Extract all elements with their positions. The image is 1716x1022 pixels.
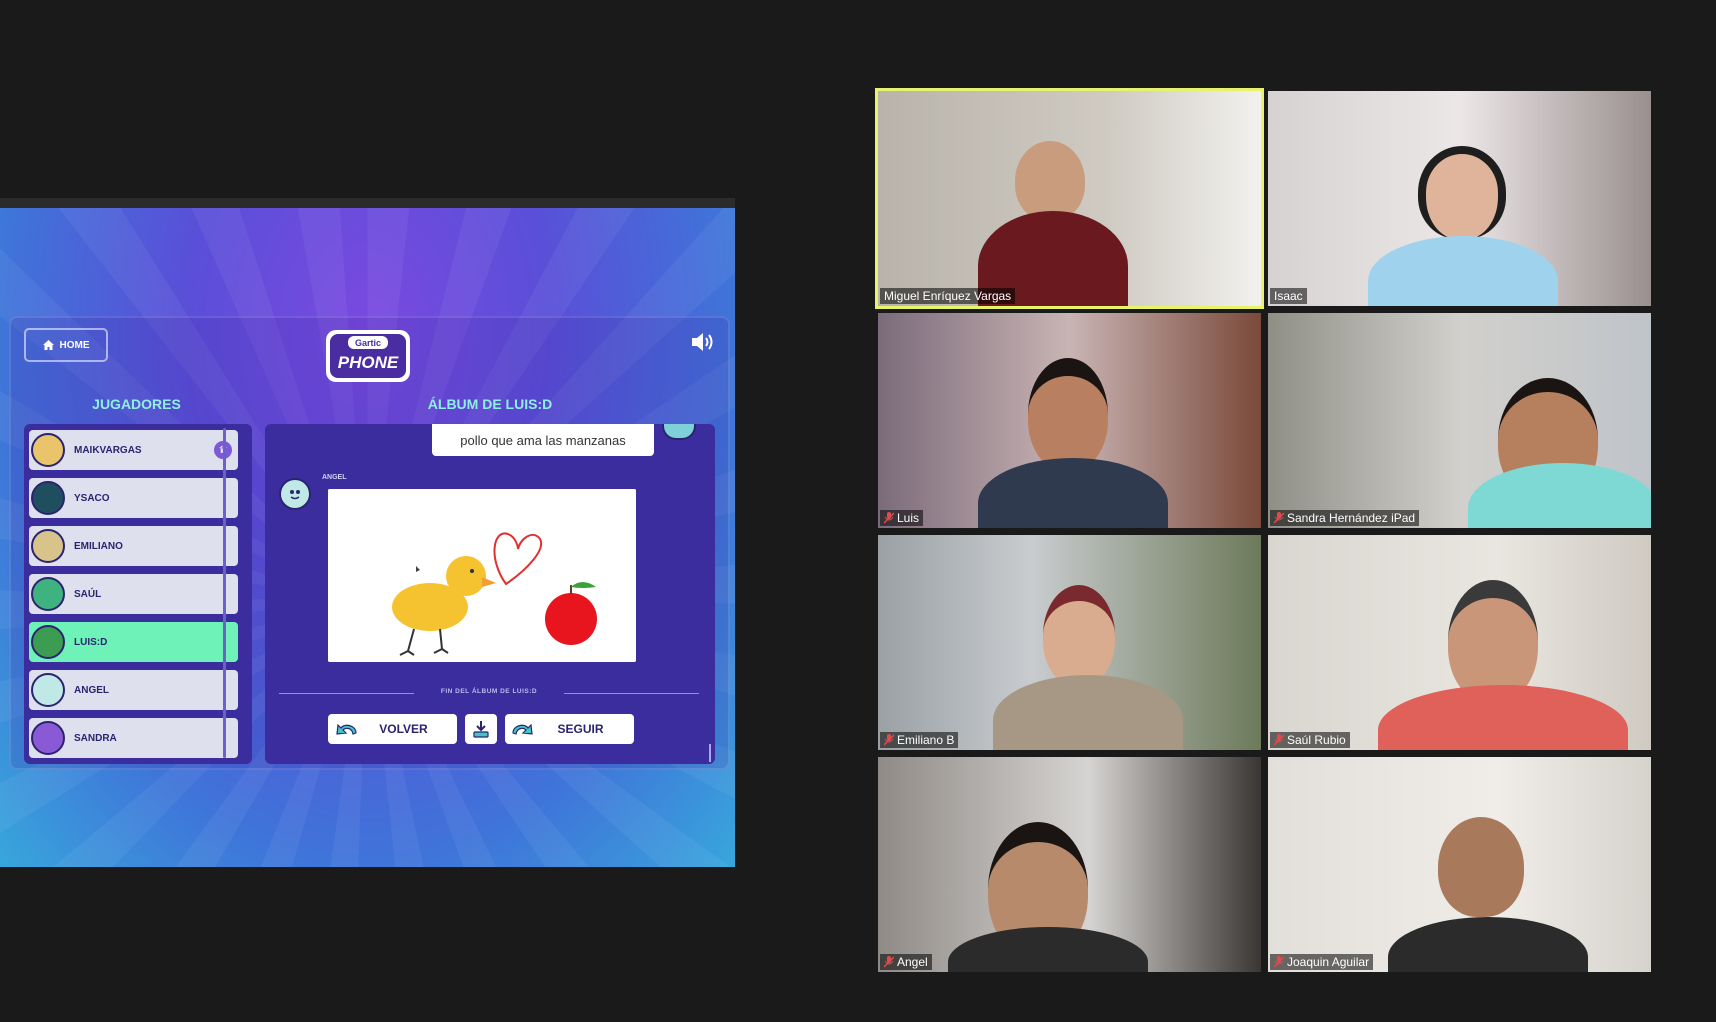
players-heading: JUGADORES — [92, 396, 181, 412]
player-avatar — [31, 529, 65, 563]
participant-name: Joaquin Aguilar — [1287, 955, 1370, 969]
participant-video-body — [1388, 917, 1588, 972]
participant-tile[interactable]: Luis — [878, 313, 1261, 528]
mic-off-icon — [884, 956, 894, 968]
home-icon — [42, 340, 54, 350]
participant-name-tag: Angel — [880, 954, 932, 970]
participant-video-body — [978, 458, 1168, 528]
participant-name-tag: Saúl Rubio — [1270, 732, 1350, 748]
participant-video-body — [1368, 236, 1558, 306]
svg-text:PHONE: PHONE — [338, 353, 399, 372]
participant-name: Miguel Enríquez Vargas — [884, 289, 1012, 303]
player-item[interactable]: ANGEL — [29, 670, 238, 710]
participant-name-tag: Isaac — [1270, 288, 1307, 304]
player-item-active[interactable]: LUIS:D — [29, 622, 238, 662]
ghost-icon — [290, 490, 300, 500]
home-button[interactable]: HOME — [24, 328, 108, 362]
participant-name: Angel — [897, 955, 928, 969]
participant-name-tag: Luis — [880, 510, 924, 526]
mic-off-icon — [884, 512, 894, 524]
participant-video — [1418, 146, 1506, 239]
participant-name-tag: Miguel Enríquez Vargas — [880, 288, 1016, 304]
players-list: MAIKVARGAS ♛ YSACO EMILIANO SAÚL LUIS:D … — [24, 424, 252, 764]
album-end-text: FIN DEL ÁLBUM DE LUIS:D — [440, 688, 538, 695]
mic-off-icon — [1274, 734, 1284, 746]
participant-video — [1015, 141, 1085, 221]
participant-tile[interactable]: Saúl Rubio — [1268, 535, 1651, 750]
download-icon — [473, 721, 489, 738]
album-heading: ÁLBUM DE LUIS:D — [427, 396, 553, 412]
player-item[interactable]: YSACO — [29, 478, 238, 518]
participant-video — [1043, 585, 1115, 686]
previous-phrase-bubble: pollo que ama las manzanas — [432, 424, 654, 456]
player-avatar — [31, 577, 65, 611]
gartic-phone-logo: Gartic PHONE — [326, 330, 410, 382]
participant-tile[interactable]: Emiliano B — [878, 535, 1261, 750]
player-avatar — [31, 673, 65, 707]
player-avatar — [31, 481, 65, 515]
participant-video-body — [993, 675, 1183, 750]
mic-off-icon — [884, 734, 894, 746]
player-avatar — [31, 433, 65, 467]
participant-tile[interactable]: Isaac — [1268, 91, 1651, 306]
download-button[interactable] — [465, 714, 497, 744]
players-scrollbar[interactable] — [223, 428, 226, 758]
player-name: SANDRA — [74, 732, 117, 744]
participant-video — [1438, 817, 1524, 917]
back-arrow-icon — [336, 723, 357, 735]
player-name: EMILIANO — [74, 540, 123, 552]
album-end-divider: FIN DEL ÁLBUM DE LUIS:D — [279, 688, 699, 698]
mic-off-icon — [1274, 512, 1284, 524]
browser-toolbar-strip — [0, 198, 735, 208]
home-label: HOME — [59, 339, 90, 351]
participant-name: Sandra Hernández iPad — [1287, 511, 1416, 525]
participant-name: Saúl Rubio — [1287, 733, 1346, 747]
player-item[interactable]: EMILIANO — [29, 526, 238, 566]
participant-name: Emiliano B — [897, 733, 955, 747]
album-scrollbar[interactable] — [709, 744, 711, 762]
player-item[interactable]: SANDRA — [29, 718, 238, 758]
back-button[interactable]: VOLVER — [328, 714, 457, 744]
participant-name-tag: Emiliano B — [880, 732, 959, 748]
participant-tile[interactable]: Angel — [878, 757, 1261, 972]
player-name: SAÚL — [74, 588, 102, 600]
album-panel: pollo que ama las manzanas ANGEL FIN DEL… — [265, 424, 715, 764]
participant-tile[interactable]: Sandra Hernández iPad — [1268, 313, 1651, 528]
participant-name: Isaac — [1274, 289, 1303, 303]
player-name: ANGEL — [74, 684, 109, 696]
drawing-author-label: ANGEL — [322, 474, 347, 481]
participant-tile[interactable]: Miguel Enríquez Vargas — [875, 88, 1264, 309]
player-name: LUIS:D — [74, 636, 108, 648]
participant-name-tag: Joaquin Aguilar — [1270, 954, 1374, 970]
participant-video-body — [1378, 685, 1628, 750]
player-name: MAIKVARGAS — [74, 444, 142, 456]
player-avatar — [31, 625, 65, 659]
next-button[interactable]: SEGUIR — [505, 714, 634, 744]
sound-icon[interactable] — [689, 330, 717, 354]
back-label: VOLVER — [379, 722, 428, 736]
participant-tile[interactable]: Joaquin Aguilar — [1268, 757, 1651, 972]
player-name: YSACO — [74, 492, 110, 504]
mic-off-icon — [1274, 956, 1284, 968]
player-item[interactable]: MAIKVARGAS ♛ — [29, 430, 238, 470]
participant-video-body — [1468, 463, 1651, 528]
participant-name: Luis — [897, 511, 920, 525]
drawing-author-avatar — [279, 478, 311, 510]
phrase-author-avatar — [662, 424, 696, 440]
participant-name-tag: Sandra Hernández iPad — [1270, 510, 1420, 526]
drawing-canvas — [328, 489, 636, 662]
forward-arrow-icon — [512, 723, 533, 735]
shared-screen: HOME Gartic PHONE JUGADORES ÁLBUM DE LUI… — [0, 198, 735, 867]
next-label: SEGUIR — [557, 722, 604, 736]
svg-text:Gartic: Gartic — [355, 338, 381, 348]
player-item[interactable]: SAÚL — [29, 574, 238, 614]
participant-video-body — [948, 927, 1148, 972]
participant-video — [1028, 358, 1108, 471]
player-avatar — [31, 721, 65, 755]
